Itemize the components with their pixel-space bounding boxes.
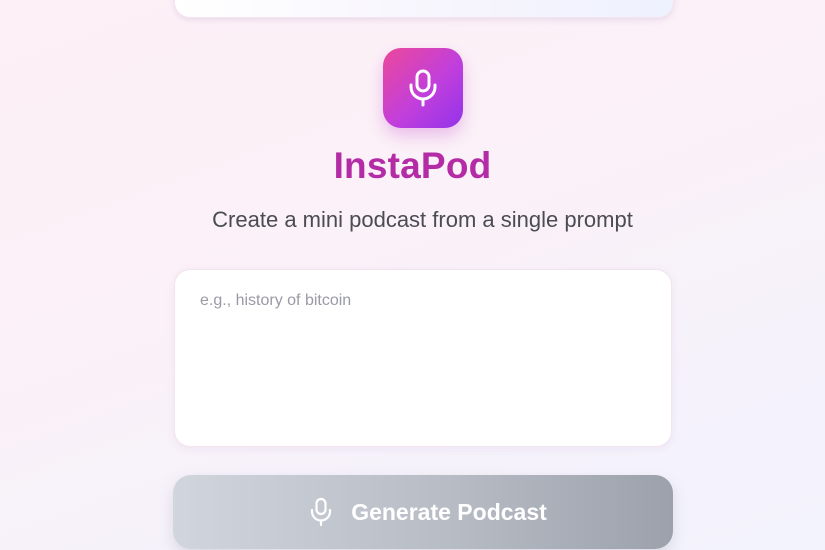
microphone-icon — [406, 68, 440, 108]
generate-podcast-button[interactable]: Generate Podcast — [173, 475, 673, 549]
app-subtitle: Create a mini podcast from a single prom… — [212, 207, 633, 232]
previous-panel-card — [174, 0, 674, 18]
app-title: InstaPod — [333, 145, 492, 186]
app-logo — [383, 48, 463, 128]
prompt-input[interactable] — [174, 269, 672, 447]
microphone-icon — [309, 497, 333, 527]
generate-podcast-label: Generate Podcast — [351, 498, 547, 525]
